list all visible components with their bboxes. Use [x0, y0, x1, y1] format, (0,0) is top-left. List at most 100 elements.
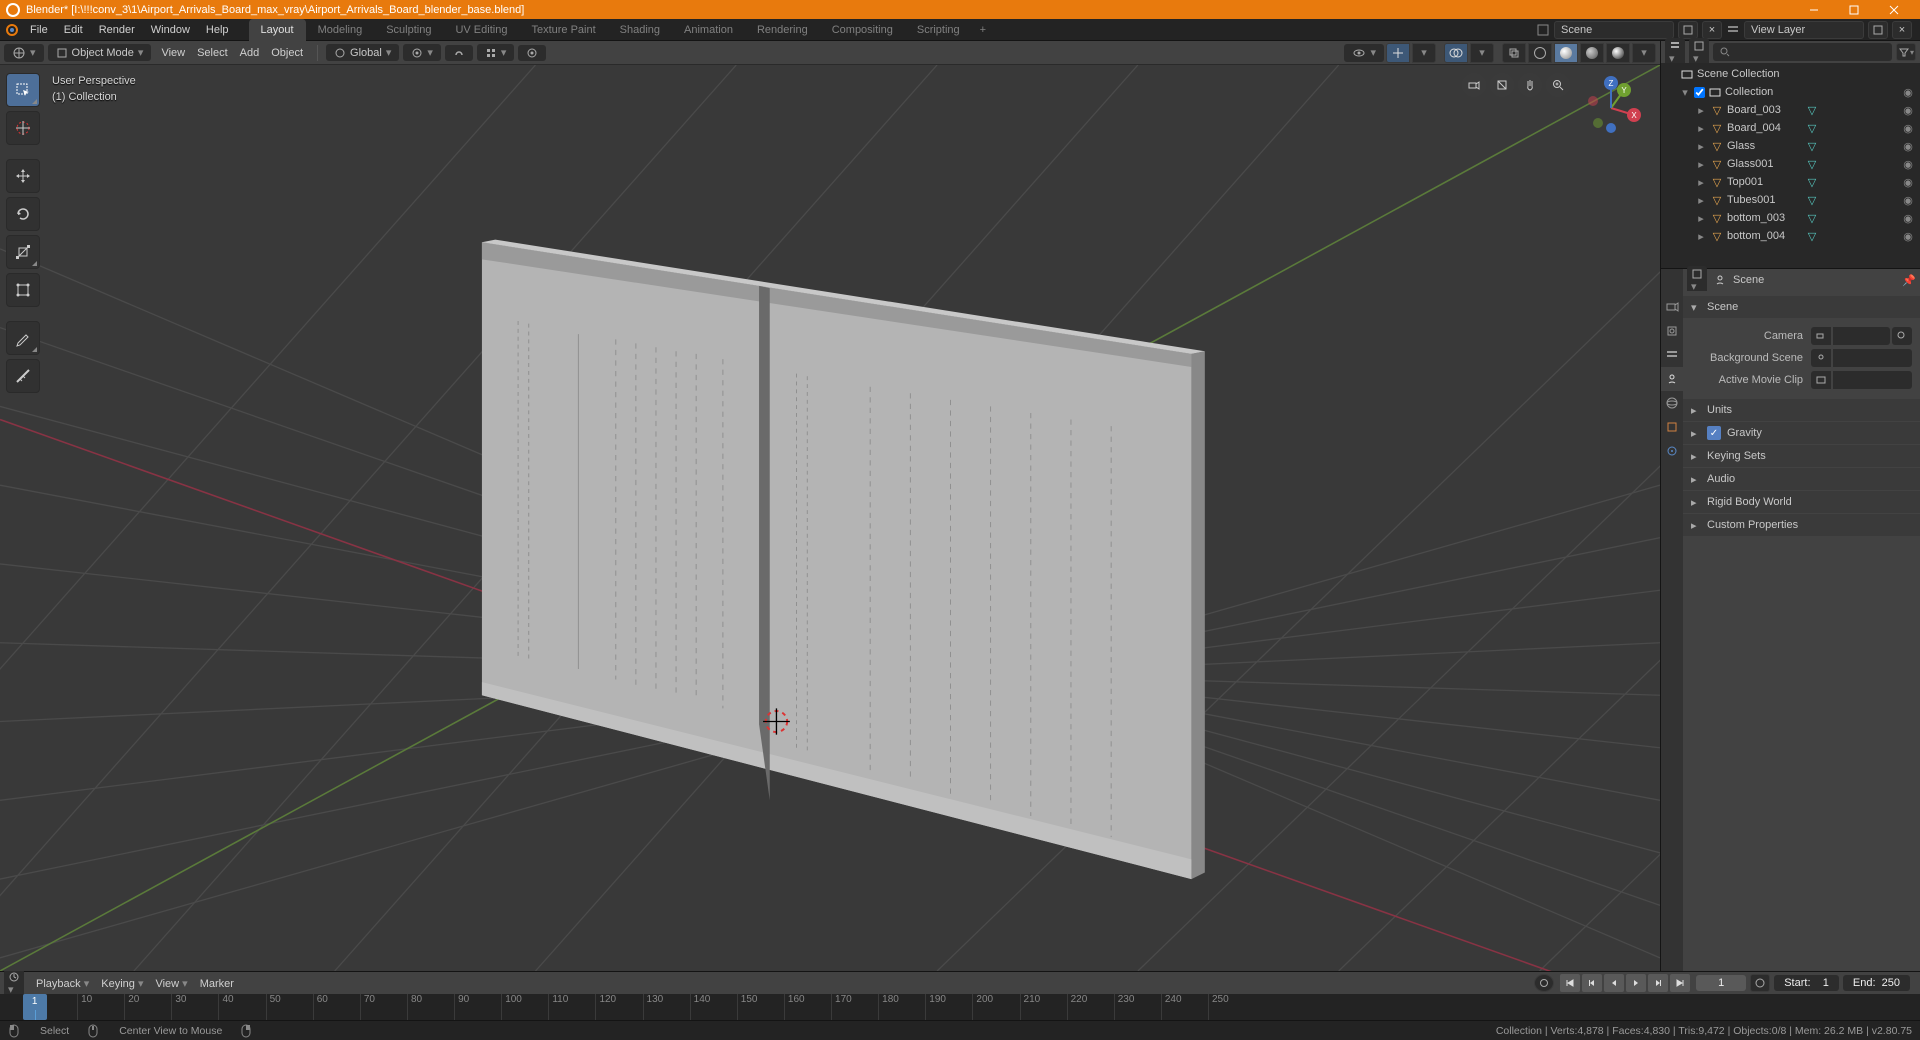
- shading-rendered[interactable]: [1606, 43, 1630, 63]
- tab-scene[interactable]: [1661, 367, 1683, 391]
- proportional-edit-toggle[interactable]: [518, 45, 546, 61]
- outliner-filter-button[interactable]: ▾: [1896, 43, 1916, 61]
- workspace-tab-scripting[interactable]: Scripting: [905, 19, 972, 41]
- scene-new-button[interactable]: [1678, 21, 1698, 39]
- outliner-tree[interactable]: Scene Collection ▾Collection◉ ▸▽Board_00…: [1661, 63, 1920, 268]
- navigation-gizmo[interactable]: X Y Z: [1576, 73, 1646, 143]
- visibility-icon[interactable]: ◉: [1900, 194, 1916, 207]
- shading-solid[interactable]: [1554, 43, 1578, 63]
- outliner-item-glass[interactable]: ▸▽Glass▽◉: [1661, 137, 1920, 155]
- play-button[interactable]: [1626, 974, 1646, 992]
- minimize-button[interactable]: [1794, 0, 1834, 19]
- workspace-tab-compositing[interactable]: Compositing: [820, 19, 905, 41]
- tool-annotate[interactable]: [6, 321, 40, 355]
- menu-window[interactable]: Window: [143, 24, 198, 36]
- tool-cursor[interactable]: [6, 111, 40, 145]
- outliner-collection[interactable]: ▾Collection◉: [1661, 83, 1920, 101]
- 3d-viewport[interactable]: User Perspective (1) Collection: [0, 65, 1660, 971]
- xray-toggle[interactable]: [1502, 43, 1526, 63]
- orientation-selector[interactable]: Global▾: [326, 44, 399, 61]
- visibility-icon[interactable]: ◉: [1900, 122, 1916, 135]
- snap-type-selector[interactable]: ▾: [477, 44, 515, 61]
- gizmo-toggle[interactable]: [1386, 43, 1410, 63]
- tab-viewlayer[interactable]: [1661, 343, 1683, 367]
- nav-pan-button[interactable]: [1518, 73, 1542, 97]
- camera-picker[interactable]: [1892, 327, 1912, 345]
- jump-start-button[interactable]: [1560, 974, 1580, 992]
- visibility-icon[interactable]: ◉: [1900, 86, 1916, 99]
- outliner-item-glass001[interactable]: ▸▽Glass001▽◉: [1661, 155, 1920, 173]
- outliner-search[interactable]: [1713, 43, 1892, 61]
- jump-end-button[interactable]: [1670, 974, 1690, 992]
- shading-options[interactable]: ▾: [1632, 43, 1656, 63]
- outliner-item-tubes001[interactable]: ▸▽Tubes001▽◉: [1661, 191, 1920, 209]
- visibility-icon[interactable]: ◉: [1900, 158, 1916, 171]
- next-keyframe-button[interactable]: [1648, 974, 1668, 992]
- timeline-menu-keying[interactable]: Keying ▾: [95, 978, 149, 990]
- play-reverse-button[interactable]: [1604, 974, 1624, 992]
- workspace-tab-uv-editing[interactable]: UV Editing: [443, 19, 519, 41]
- camera-field[interactable]: [1833, 327, 1890, 345]
- tool-measure[interactable]: [6, 359, 40, 393]
- pivot-selector[interactable]: ▾: [403, 44, 441, 61]
- panel-rigid-body-world[interactable]: ▸Rigid Body World: [1683, 491, 1920, 513]
- scene-selector[interactable]: Scene: [1554, 21, 1674, 39]
- menu-edit[interactable]: Edit: [56, 24, 91, 36]
- tab-world[interactable]: [1661, 391, 1683, 415]
- tool-move[interactable]: [6, 159, 40, 193]
- tool-select-box[interactable]: [6, 73, 40, 107]
- nav-perspective-button[interactable]: [1490, 73, 1514, 97]
- timeline-menu-marker[interactable]: Marker: [194, 978, 240, 990]
- menu-file[interactable]: File: [22, 24, 56, 36]
- timeline-track[interactable]: 0102030405060708090100110120130140150160…: [0, 994, 1920, 1020]
- gizmo-options[interactable]: ▾: [1412, 43, 1436, 63]
- gravity-checkbox[interactable]: ✓: [1707, 426, 1721, 440]
- mode-selector[interactable]: Object Mode▾: [48, 44, 152, 61]
- outliner-scene-collection[interactable]: Scene Collection: [1661, 65, 1920, 83]
- tab-render[interactable]: [1661, 295, 1683, 319]
- visibility-icon[interactable]: ◉: [1900, 140, 1916, 153]
- workspace-tab-texture-paint[interactable]: Texture Paint: [519, 19, 607, 41]
- close-button[interactable]: [1874, 0, 1914, 19]
- prev-keyframe-button[interactable]: [1582, 974, 1602, 992]
- add-workspace-button[interactable]: +: [972, 19, 994, 41]
- tool-scale[interactable]: [6, 235, 40, 269]
- viewport-menu-object[interactable]: Object: [265, 47, 309, 59]
- visibility-icon[interactable]: ◉: [1900, 230, 1916, 243]
- maximize-button[interactable]: [1834, 0, 1874, 19]
- visibility-icon[interactable]: ◉: [1900, 212, 1916, 225]
- end-frame-field[interactable]: End: 250: [1843, 975, 1910, 991]
- collection-enable-checkbox[interactable]: [1694, 87, 1705, 98]
- viewport-menu-select[interactable]: Select: [191, 47, 234, 59]
- menu-render[interactable]: Render: [91, 24, 143, 36]
- panel-custom-properties[interactable]: ▸Custom Properties: [1683, 514, 1920, 536]
- panel-keying-sets[interactable]: ▸Keying Sets: [1683, 445, 1920, 467]
- workspace-tab-modeling[interactable]: Modeling: [306, 19, 375, 41]
- pin-icon[interactable]: 📌: [1902, 274, 1916, 287]
- viewport-menu-view[interactable]: View: [155, 47, 191, 59]
- panel-audio[interactable]: ▸Audio: [1683, 468, 1920, 490]
- panel-gravity[interactable]: ▸✓Gravity: [1683, 422, 1920, 444]
- viewlayer-new-button[interactable]: [1868, 21, 1888, 39]
- nav-camera-button[interactable]: [1462, 73, 1486, 97]
- overlay-toggle[interactable]: [1444, 43, 1468, 63]
- nav-zoom-button[interactable]: [1546, 73, 1570, 97]
- tab-physics[interactable]: [1661, 439, 1683, 463]
- bgscene-field[interactable]: [1833, 349, 1912, 367]
- outliner-item-board_003[interactable]: ▸▽Board_003▽◉: [1661, 101, 1920, 119]
- editor-type-selector[interactable]: ▾: [4, 44, 44, 62]
- workspace-tab-animation[interactable]: Animation: [672, 19, 745, 41]
- workspace-tab-layout[interactable]: Layout: [249, 19, 306, 41]
- workspace-tab-sculpting[interactable]: Sculpting: [374, 19, 443, 41]
- current-frame-field[interactable]: 1: [1696, 975, 1746, 991]
- overlay-options[interactable]: ▾: [1470, 43, 1494, 63]
- outliner-item-bottom_003[interactable]: ▸▽bottom_003▽◉: [1661, 209, 1920, 227]
- timeline-menu-view[interactable]: View ▾: [149, 978, 193, 990]
- panel-scene-header[interactable]: ▾Scene: [1683, 296, 1920, 318]
- panel-units[interactable]: ▸Units: [1683, 399, 1920, 421]
- timeline-menu-playback[interactable]: Playback ▾: [30, 978, 95, 990]
- tab-object[interactable]: [1661, 415, 1683, 439]
- shading-wireframe[interactable]: [1528, 43, 1552, 63]
- workspace-tab-shading[interactable]: Shading: [608, 19, 672, 41]
- autokey-toggle[interactable]: [1534, 974, 1554, 992]
